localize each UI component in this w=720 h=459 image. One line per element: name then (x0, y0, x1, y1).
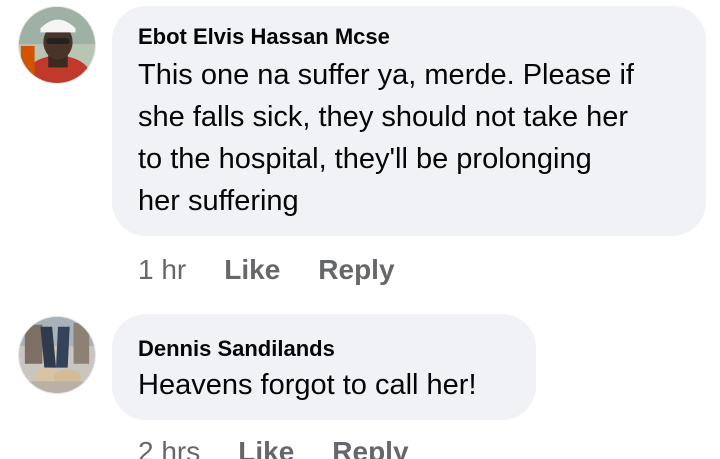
comment-bubble: Dennis Sandilands Heavens forgot to call… (112, 314, 536, 420)
comment-actions: 2 hrs Like Reply (138, 434, 447, 459)
avatar-photo-icon (19, 317, 95, 393)
reply-button[interactable]: Reply (332, 436, 408, 459)
avatar-photo-icon (19, 7, 95, 83)
comment-text-line: she falls sick, they should not take her (138, 101, 629, 133)
comment-text-line: her suffering (138, 185, 299, 217)
comment-bubble: Ebot Elvis Hassan Mcse This one na suffe… (112, 6, 706, 236)
comments-page: Ebot Elvis Hassan Mcse This one na suffe… (0, 0, 720, 459)
comment-text-line: This one na suffer ya, merde. Please if (138, 59, 634, 91)
comment-actions: 1 hr Like Reply (138, 252, 433, 288)
avatar[interactable] (18, 6, 96, 84)
comment-text-line: to the hospital, they'll be prolonging (138, 143, 592, 175)
comment-author[interactable]: Dennis Sandilands (138, 336, 335, 362)
like-button[interactable]: Like (238, 436, 294, 459)
reply-button[interactable]: Reply (318, 254, 394, 286)
like-button[interactable]: Like (224, 254, 280, 286)
comment-timestamp[interactable]: 2 hrs (138, 436, 200, 459)
comment-author[interactable]: Ebot Elvis Hassan Mcse (138, 24, 390, 50)
comment-text-line: Heavens forgot to call her! (138, 369, 477, 401)
comment-timestamp[interactable]: 1 hr (138, 254, 186, 286)
avatar[interactable] (18, 316, 96, 394)
